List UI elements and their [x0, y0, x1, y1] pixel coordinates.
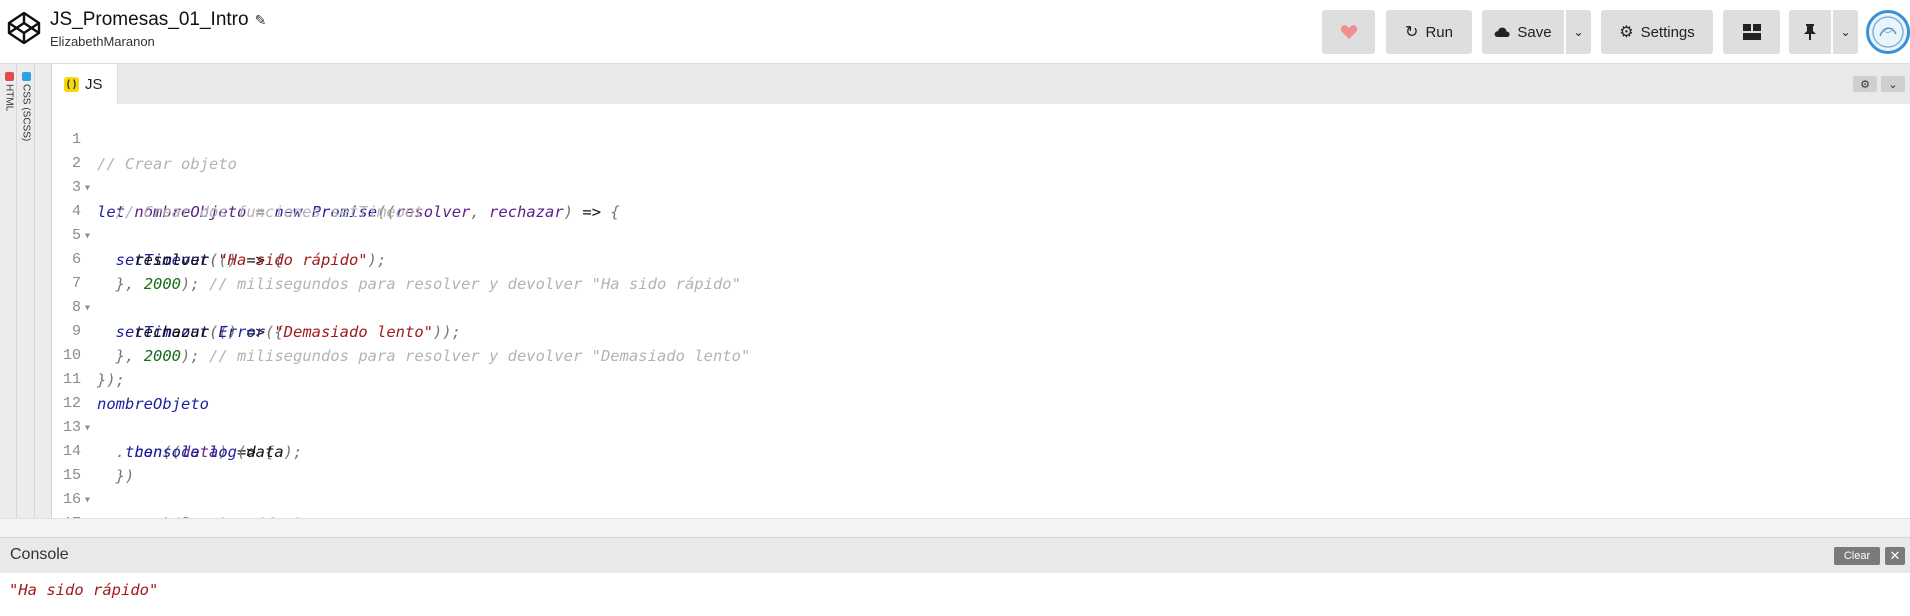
code-line: 12 ▼ .then((data) => { — [53, 368, 1910, 461]
console-clear-button[interactable]: Clear — [1834, 547, 1880, 565]
code-line: 6 }, 2000); // milisegundos para resolve… — [53, 224, 1910, 293]
console-title: Console — [10, 546, 69, 563]
html-editor-tab[interactable]: HTML — [1, 72, 17, 192]
chevron-down-icon: ⌄ — [1840, 25, 1851, 39]
pen-title-block: JS_Promesas_01_Intro ✎ ElizabethMaranon — [50, 9, 266, 49]
pane-resizer[interactable] — [0, 518, 1910, 537]
code-line: 9 }, 2000); // milisegundos para resolve… — [53, 296, 1910, 365]
pen-author[interactable]: ElizabethMaranon — [50, 34, 266, 49]
code-line: 7 ▼ setTimeout(() => { — [53, 248, 1910, 341]
run-label: Run — [1425, 23, 1453, 41]
gear-icon: ⚙ — [1619, 24, 1634, 41]
pen-title-row[interactable]: JS_Promesas_01_Intro ✎ — [50, 9, 266, 31]
code-line: 15 ▼ .catch((err) => { — [53, 440, 1910, 533]
code-line: 16 console.error(err); — [53, 464, 1910, 533]
html-tab-label: HTML — [3, 84, 15, 112]
layout-grid-icon — [1742, 24, 1761, 40]
code-line: 5 resolver("Ha sido rápido"); — [53, 200, 1910, 269]
js-tab-icon: ( ) — [64, 76, 79, 92]
run-button[interactable]: ↻ Run — [1386, 10, 1472, 54]
pen-title[interactable]: JS_Promesas_01_Intro — [50, 9, 249, 31]
css-editor-tab[interactable]: CSS (SCSS) — [18, 72, 34, 192]
js-editor-pane: ( ) JS ⚙ ⌄ 1 // Crear objeto 2 ▼ let nom… — [53, 64, 1910, 557]
save-options-button[interactable]: ⌄ — [1566, 10, 1591, 54]
editor-settings-icon[interactable]: ⚙ — [1853, 76, 1877, 92]
editor-collapse-icon[interactable]: ⌄ — [1881, 76, 1905, 92]
sidebar-divider — [34, 64, 35, 518]
code-line: 14 }) — [53, 416, 1910, 485]
settings-label: Settings — [1640, 23, 1695, 41]
pin-button[interactable] — [1789, 10, 1831, 54]
code-line: 2 ▼ let nombreObjeto = new Promise((reso… — [53, 128, 1910, 221]
sidebar-divider — [16, 64, 17, 518]
css-tab-icon — [21, 72, 31, 81]
code-line: 1 // Crear objeto — [53, 104, 1910, 173]
code-line: 17 }); — [53, 488, 1910, 557]
editor-tabbar: ( ) JS ⚙ ⌄ — [53, 64, 1910, 104]
refresh-icon: ↻ — [1405, 24, 1419, 41]
save-button[interactable]: Save — [1482, 10, 1564, 54]
user-avatar[interactable] — [1866, 10, 1910, 54]
code-line: 11 nombreObjeto — [53, 344, 1910, 413]
top-header: JS_Promesas_01_Intro ✎ ElizabethMaranon … — [0, 0, 1910, 64]
settings-button[interactable]: ⚙ Settings — [1601, 10, 1713, 54]
change-view-button[interactable] — [1723, 10, 1780, 54]
codepen-logo-icon[interactable] — [6, 10, 42, 46]
code-line: 10 }); — [53, 320, 1910, 389]
save-label: Save — [1517, 23, 1552, 41]
pin-options-button[interactable]: ⌄ — [1833, 10, 1858, 54]
console-output: "Ha sido rápido" — [0, 573, 1910, 616]
console-close-icon[interactable]: ✕ — [1885, 547, 1905, 565]
collapsed-editors-sidebar: HTML CSS (SCSS) — [0, 64, 52, 518]
code-area[interactable]: 1 // Crear objeto 2 ▼ let nombreObjeto =… — [53, 104, 1910, 557]
avatar-image — [1872, 16, 1904, 48]
code-line: 8 rechazar(Error("Demasiado lento")); — [53, 272, 1910, 341]
pin-icon — [1804, 24, 1816, 40]
code-line: 13 console.log(data); — [53, 392, 1910, 461]
love-button[interactable] — [1322, 10, 1375, 54]
edit-pencil-icon[interactable]: ✎ — [255, 12, 267, 29]
chevron-down-icon: ⌄ — [1573, 25, 1584, 39]
html-tab-icon — [4, 72, 14, 81]
code-line: 4 ▼ setTimeout(() => { — [53, 176, 1910, 269]
heart-icon — [1340, 25, 1357, 39]
code-line: 3 // Crear dos funciones setTimeout — [53, 152, 1910, 221]
console-header: Console Clear ✕ — [0, 537, 1910, 573]
js-editor-tab[interactable]: ( ) JS — [53, 64, 118, 104]
css-tab-label: CSS (SCSS) — [20, 84, 32, 142]
console-log-line: "Ha sido rápido" — [9, 581, 159, 599]
js-tab-label: JS — [85, 75, 103, 93]
cloud-icon — [1495, 27, 1510, 37]
